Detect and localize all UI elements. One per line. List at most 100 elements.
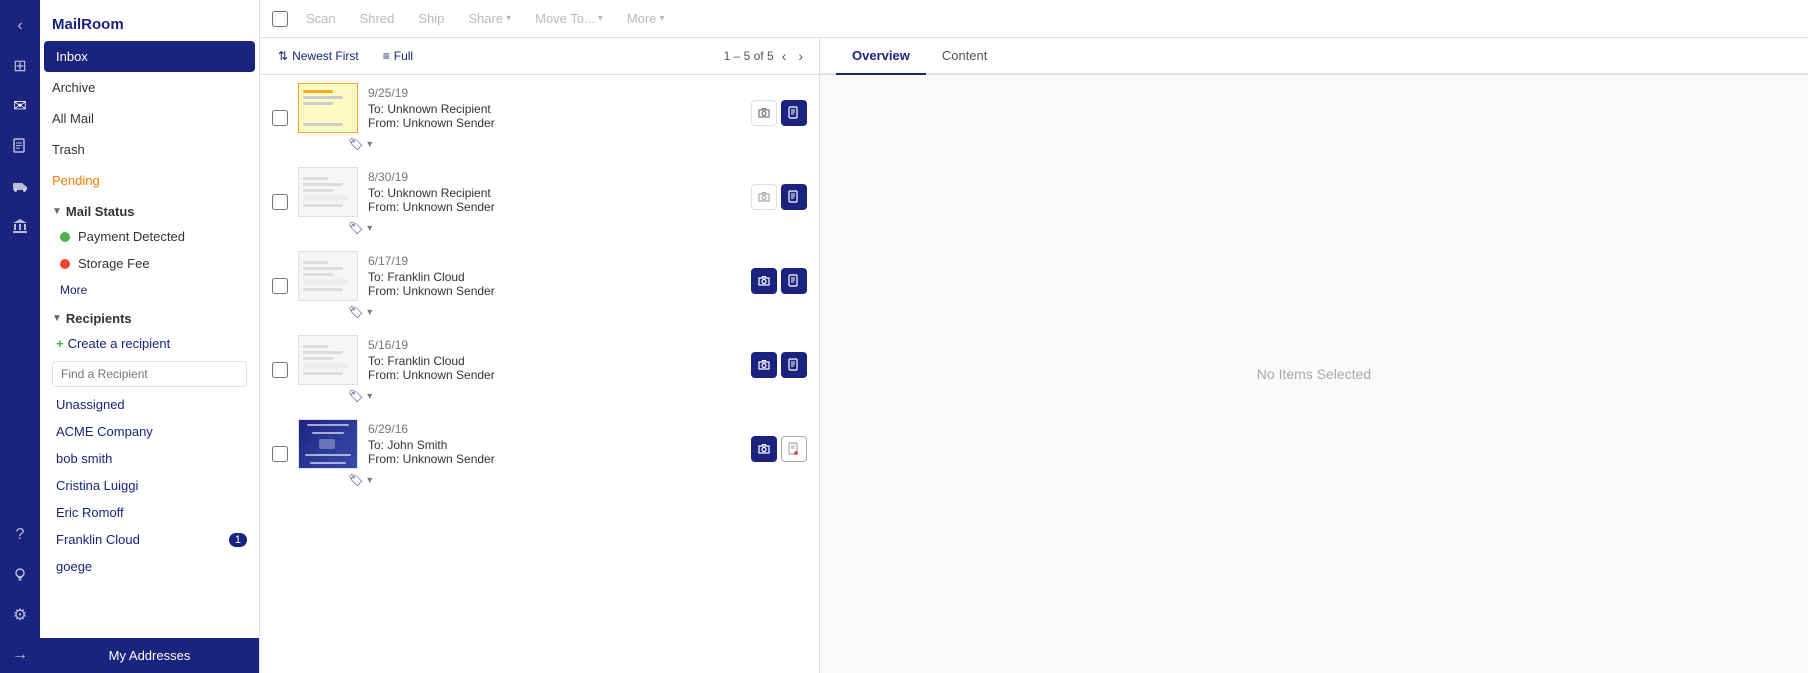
mail-thumbnail-1 bbox=[298, 83, 358, 133]
scan-button[interactable]: Scan bbox=[296, 6, 346, 31]
view-full-button[interactable]: ≡ Full bbox=[377, 46, 419, 66]
mail-item-1-main[interactable]: 9/25/19 To: Unknown Recipient From: Unkn… bbox=[260, 75, 819, 137]
recipient-cristina[interactable]: Cristina Luiggi bbox=[40, 472, 259, 499]
mail-status-storage-fee[interactable]: Storage Fee bbox=[40, 250, 259, 277]
right-panel-empty-state: No Items Selected bbox=[820, 75, 1808, 673]
document-icon[interactable] bbox=[2, 128, 38, 164]
my-addresses-button[interactable]: My Addresses bbox=[40, 638, 259, 673]
tag-dropdown-2[interactable]: ▾ bbox=[367, 223, 372, 234]
mail-status-payment-detected[interactable]: Payment Detected bbox=[40, 223, 259, 250]
mail-list: ⇅ Newest First ≡ Full 1 – 5 of 5 ‹ › bbox=[260, 38, 820, 673]
select-all-checkbox[interactable] bbox=[272, 11, 288, 27]
mail-item-3-tags: 🏷 ▾ bbox=[260, 305, 819, 327]
recipient-unassigned[interactable]: Unassigned bbox=[40, 391, 259, 418]
camera-icon-2[interactable] bbox=[751, 184, 777, 210]
sidebar-item-pending[interactable]: Pending bbox=[40, 165, 259, 196]
mail-item-4: 5/16/19 To: Franklin Cloud From: Unknown… bbox=[260, 327, 819, 411]
question-icon[interactable]: ? bbox=[2, 517, 38, 553]
bank-icon[interactable] bbox=[2, 208, 38, 244]
recipients-section[interactable]: ▼ Recipients bbox=[40, 303, 259, 330]
share-chevron-icon: ▾ bbox=[506, 13, 511, 24]
ship-button[interactable]: Ship bbox=[408, 6, 454, 31]
doc-icon-2[interactable] bbox=[781, 184, 807, 210]
mail-item-1-date: 9/25/19 bbox=[368, 86, 741, 100]
more-button[interactable]: More ▾ bbox=[617, 6, 675, 31]
mail-status-section[interactable]: ▼ Mail Status bbox=[40, 196, 259, 223]
sidebar-item-archive[interactable]: Archive bbox=[40, 72, 259, 103]
move-to-button[interactable]: Move To... ▾ bbox=[525, 6, 613, 31]
camera-icon-4[interactable] bbox=[751, 352, 777, 378]
tag-icon-4[interactable]: 🏷 bbox=[348, 389, 363, 403]
tab-overview[interactable]: Overview bbox=[836, 38, 926, 75]
tag-dropdown-1[interactable]: ▾ bbox=[367, 139, 372, 150]
shred-button[interactable]: Shred bbox=[350, 6, 405, 31]
mail-status-more[interactable]: More bbox=[40, 277, 259, 303]
recipients-chevron: ▼ bbox=[52, 313, 62, 324]
sidebar-item-allmail[interactable]: All Mail bbox=[40, 103, 259, 134]
right-panel-tabs: Overview Content bbox=[820, 38, 1808, 75]
sort-controls: ⇅ Newest First ≡ Full bbox=[272, 46, 419, 66]
bulb-icon[interactable] bbox=[2, 557, 38, 593]
list-icon: ≡ bbox=[383, 49, 390, 63]
mail-item-2-from: From: Unknown Sender bbox=[368, 200, 741, 214]
camera-icon-1[interactable] bbox=[751, 100, 777, 126]
mail-item-1-checkbox[interactable] bbox=[272, 110, 288, 126]
find-recipient-input[interactable] bbox=[52, 361, 247, 387]
tag-dropdown-4[interactable]: ▾ bbox=[367, 391, 372, 402]
franklin-badge: 1 bbox=[229, 533, 247, 547]
mail-item-5-to: To: John Smith bbox=[368, 438, 741, 452]
recipient-acme[interactable]: ACME Company bbox=[40, 418, 259, 445]
mail-item-3-actions bbox=[751, 268, 807, 294]
sidebar-item-inbox[interactable]: Inbox bbox=[44, 41, 255, 72]
doc-icon-5[interactable] bbox=[781, 436, 807, 462]
mail-item-5-actions bbox=[751, 436, 807, 462]
share-button[interactable]: Share ▾ bbox=[458, 6, 521, 31]
truck-icon[interactable] bbox=[2, 168, 38, 204]
mail-item-5-info: 6/29/16 To: John Smith From: Unknown Sen… bbox=[368, 422, 741, 466]
grid-icon[interactable]: ⊞ bbox=[2, 48, 38, 84]
tag-icon-3[interactable]: 🏷 bbox=[348, 305, 363, 319]
tag-icon-1[interactable]: 🏷 bbox=[348, 137, 363, 151]
mail-item-1-info: 9/25/19 To: Unknown Recipient From: Unkn… bbox=[368, 86, 741, 130]
next-page-button[interactable]: › bbox=[794, 46, 807, 66]
settings-icon[interactable]: ⚙ bbox=[2, 597, 38, 633]
mail-item-2-date: 8/30/19 bbox=[368, 170, 741, 184]
mail-icon[interactable]: ✉ bbox=[2, 88, 38, 124]
camera-icon-5[interactable] bbox=[751, 436, 777, 462]
tag-icon-5[interactable]: 🏷 bbox=[348, 473, 363, 487]
recipient-franklin[interactable]: Franklin Cloud 1 bbox=[40, 526, 259, 553]
mail-item-3-checkbox[interactable] bbox=[272, 278, 288, 294]
main-content: Scan Shred Ship Share ▾ Move To... ▾ Mor… bbox=[260, 0, 1808, 673]
tag-icon-2[interactable]: 🏷 bbox=[348, 221, 363, 235]
mail-item-3: 6/17/19 To: Franklin Cloud From: Unknown… bbox=[260, 243, 819, 327]
camera-icon-3[interactable] bbox=[751, 268, 777, 294]
tag-dropdown-5[interactable]: ▾ bbox=[367, 475, 372, 486]
prev-page-button[interactable]: ‹ bbox=[778, 46, 791, 66]
more-chevron-icon: ▾ bbox=[660, 13, 665, 24]
doc-icon-1[interactable] bbox=[781, 100, 807, 126]
mail-item-2-checkbox[interactable] bbox=[272, 194, 288, 210]
mail-thumbnail-4 bbox=[298, 335, 358, 385]
mail-item-5-tags: 🏷 ▾ bbox=[260, 473, 819, 495]
mail-item-5-checkbox[interactable] bbox=[272, 446, 288, 462]
tab-content[interactable]: Content bbox=[926, 38, 1004, 75]
arrow-right-icon[interactable]: → bbox=[2, 637, 38, 673]
recipient-bob[interactable]: bob smith bbox=[40, 445, 259, 472]
doc-icon-3[interactable] bbox=[781, 268, 807, 294]
mail-item-5-from: From: Unknown Sender bbox=[368, 452, 741, 466]
right-panel: Overview Content No Items Selected bbox=[820, 38, 1808, 673]
create-recipient-link[interactable]: + Create a recipient bbox=[40, 330, 259, 357]
tag-dropdown-3[interactable]: ▾ bbox=[367, 307, 372, 318]
chevron-left-icon[interactable]: ‹ bbox=[2, 8, 38, 44]
sidebar-item-trash[interactable]: Trash bbox=[40, 134, 259, 165]
recipient-eric[interactable]: Eric Romoff bbox=[40, 499, 259, 526]
mail-status-chevron: ▼ bbox=[52, 206, 62, 217]
doc-icon-4[interactable] bbox=[781, 352, 807, 378]
toolbar: Scan Shred Ship Share ▾ Move To... ▾ Mor… bbox=[260, 0, 1808, 38]
recipient-goege[interactable]: goege bbox=[40, 553, 259, 580]
mail-list-header: ⇅ Newest First ≡ Full 1 – 5 of 5 ‹ › bbox=[260, 38, 819, 75]
sort-newest-first[interactable]: ⇅ Newest First bbox=[272, 46, 365, 66]
mail-thumbnail-5 bbox=[298, 419, 358, 469]
mail-item-4-checkbox[interactable] bbox=[272, 362, 288, 378]
mail-item-4-to: To: Franklin Cloud bbox=[368, 354, 741, 368]
